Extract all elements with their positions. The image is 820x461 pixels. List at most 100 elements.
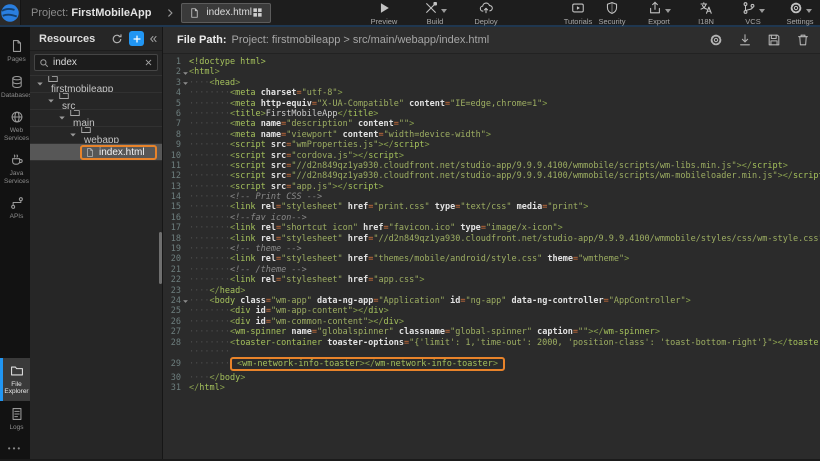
line-number: 17 [163,223,189,233]
left-icon-rail: PagesDatabasesWeb ServicesJava Services A… [0,27,30,459]
grid-icon[interactable] [252,7,263,18]
tree-item-label: index.html [99,147,145,158]
line-number: 5 [163,99,189,109]
code-text: ········<toaster-container toaster-optio… [189,338,820,348]
tree-item-src[interactable]: src [30,93,162,110]
sidebar-item-web-services[interactable]: Web Services [0,104,30,147]
code-line-23[interactable]: 23····</head> [163,286,820,296]
code-line-2[interactable]: 2<html> [163,67,820,77]
sidebar-item-pages[interactable]: Pages [0,33,30,69]
line-number: 12 [163,171,189,181]
code-line-29[interactable]: 29········<wm-network-info-toaster></wm-… [163,357,820,373]
delete-button[interactable] [796,33,810,47]
topbar-i18n-button[interactable]: I18N [689,0,723,26]
topbar-vcs-button[interactable]: VCS [736,0,770,26]
file-path-bar: File Path: Project: firstmobileapp > src… [163,27,820,54]
deploy-icon [479,1,493,15]
tree-item-label: main [73,118,95,127]
code-line-10[interactable]: 10········<script src="cordova.js"></scr… [163,151,820,161]
code-line-16[interactable]: 16········<!--fav icon--> [163,213,820,223]
fold-caret-icon[interactable] [182,70,189,77]
collapse-panel-icon[interactable] [149,34,158,44]
code-line-5[interactable]: 5········<meta http-equiv="X-UA-Compatib… [163,99,820,109]
topbar-left-actions: Preview Build Deploy [367,0,503,26]
open-file-name: index.html [206,7,252,18]
caret-down-icon[interactable] [36,80,44,88]
topbar-preview-button[interactable]: Preview [367,0,401,26]
add-resource-button[interactable] [129,31,144,46]
code-line-25[interactable]: 25········<div id="wm-app-content"></div… [163,306,820,316]
caret-down-icon[interactable] [58,114,66,122]
tree-item-main[interactable]: main [30,110,162,127]
code-text: ········<script src="cordova.js"></scrip… [189,151,820,161]
line-number: 19 [163,244,189,254]
topbar-build-button[interactable]: Build [418,0,452,26]
code-line-9[interactable]: 9········<script src="wmProperties.js"><… [163,140,820,150]
code-line-8[interactable]: 8········<meta name="viewport" content="… [163,130,820,140]
api-icon [10,196,24,210]
code-line-14[interactable]: 14········<!-- Print CSS --> [163,192,820,202]
line-number: 15 [163,202,189,212]
code-text: ········<title>FirstMobileApp</title> [189,109,820,119]
code-line-7[interactable]: 7········<meta name="description" conten… [163,119,820,129]
topbar-vcs-label: VCS [745,17,760,26]
tree-item-index.html[interactable]: index.html [30,144,162,161]
caret-down-icon[interactable] [47,97,55,105]
code-line-19[interactable]: 19········<!-- theme --> [163,244,820,254]
code-line-18[interactable]: 18········<link rel="stylesheet" href="/… [163,234,820,244]
sidebar-item-file-explorer[interactable]: File Explorer [0,358,30,401]
code-text: ········<link rel="stylesheet" href="app… [189,275,820,285]
download-button[interactable] [738,33,752,47]
fold-caret-icon[interactable] [182,298,189,305]
code-line-20[interactable]: 20········<link rel="stylesheet" href="t… [163,254,820,264]
line-number: 10 [163,151,189,161]
code-line-gap[interactable]: ········ [163,348,820,357]
topbar-tutorials-button[interactable]: Tutorials [561,0,595,26]
code-line-21[interactable]: 21········<!-- /theme --> [163,265,820,275]
shield-icon [605,1,619,15]
code-line-24[interactable]: 24····<body class="wm-app" data-ng-app="… [163,296,820,306]
tree-item-webapp[interactable]: webapp [30,127,162,144]
code-line-12[interactable]: 12········<script src="//d2n849qz1ya930.… [163,171,820,181]
sidebar-item-databases[interactable]: Databases [0,69,30,105]
save-button[interactable] [767,33,781,47]
code-line-11[interactable]: 11········<script src="//d2n849qz1ya930.… [163,161,820,171]
panel-scrollbar-thumb[interactable] [159,232,162,284]
code-line-31[interactable]: 31</html> [163,383,820,393]
sidebar-item-java-services[interactable]: Java Services [0,147,30,190]
topbar-export-button[interactable]: Export [642,0,676,26]
refresh-icon[interactable] [111,33,123,45]
topbar-deploy-button[interactable]: Deploy [469,0,503,26]
code-line-15[interactable]: 15········<link rel="stylesheet" href="p… [163,202,820,212]
code-line-17[interactable]: 17········<link rel="shortcut icon" href… [163,223,820,233]
code-line-3[interactable]: 3····<head> [163,78,820,88]
app-logo[interactable] [0,0,21,25]
line-number: 16 [163,213,189,223]
code-editor[interactable]: 1<!doctype html>2<html>3····<head>4·····… [163,54,820,459]
code-line-6[interactable]: 6········<title>FirstMobileApp</title> [163,109,820,119]
tree-item-firstmobileapp[interactable]: firstmobileapp [30,76,162,93]
code-line-4[interactable]: 4········<meta charset="utf-8"> [163,88,820,98]
code-line-13[interactable]: 13········<script src="app.js"></script> [163,182,820,192]
code-line-1[interactable]: 1<!doctype html> [163,57,820,67]
code-line-27[interactable]: 27········<wm-spinner name="globalspinne… [163,327,820,337]
sidebar-item-label: APIs [10,213,24,221]
chevron-down-icon [665,9,671,13]
search-input[interactable] [53,57,144,68]
topbar-build-label: Build [427,17,444,26]
topbar-security-button[interactable]: Security [595,0,629,26]
code-line-28[interactable]: 28········<toaster-container toaster-opt… [163,338,820,348]
caret-down-icon[interactable] [69,131,77,139]
line-number: 14 [163,192,189,202]
code-line-26[interactable]: 26········<div id="wm-common-content"></… [163,317,820,327]
code-line-30[interactable]: 30····</body> [163,373,820,383]
clear-search-icon[interactable] [144,58,153,67]
open-file-tab[interactable]: index.html [181,3,271,23]
sidebar-item-apis[interactable]: APIs [0,190,30,226]
topbar-settings-button[interactable]: Settings [783,0,817,26]
settings-button[interactable] [709,33,723,47]
sidebar-item-logs[interactable]: Logs [0,401,30,437]
sidebar-more-button[interactable]: ••• [0,436,30,459]
fold-caret-icon[interactable] [182,80,189,87]
code-line-22[interactable]: 22········<link rel="stylesheet" href="a… [163,275,820,285]
